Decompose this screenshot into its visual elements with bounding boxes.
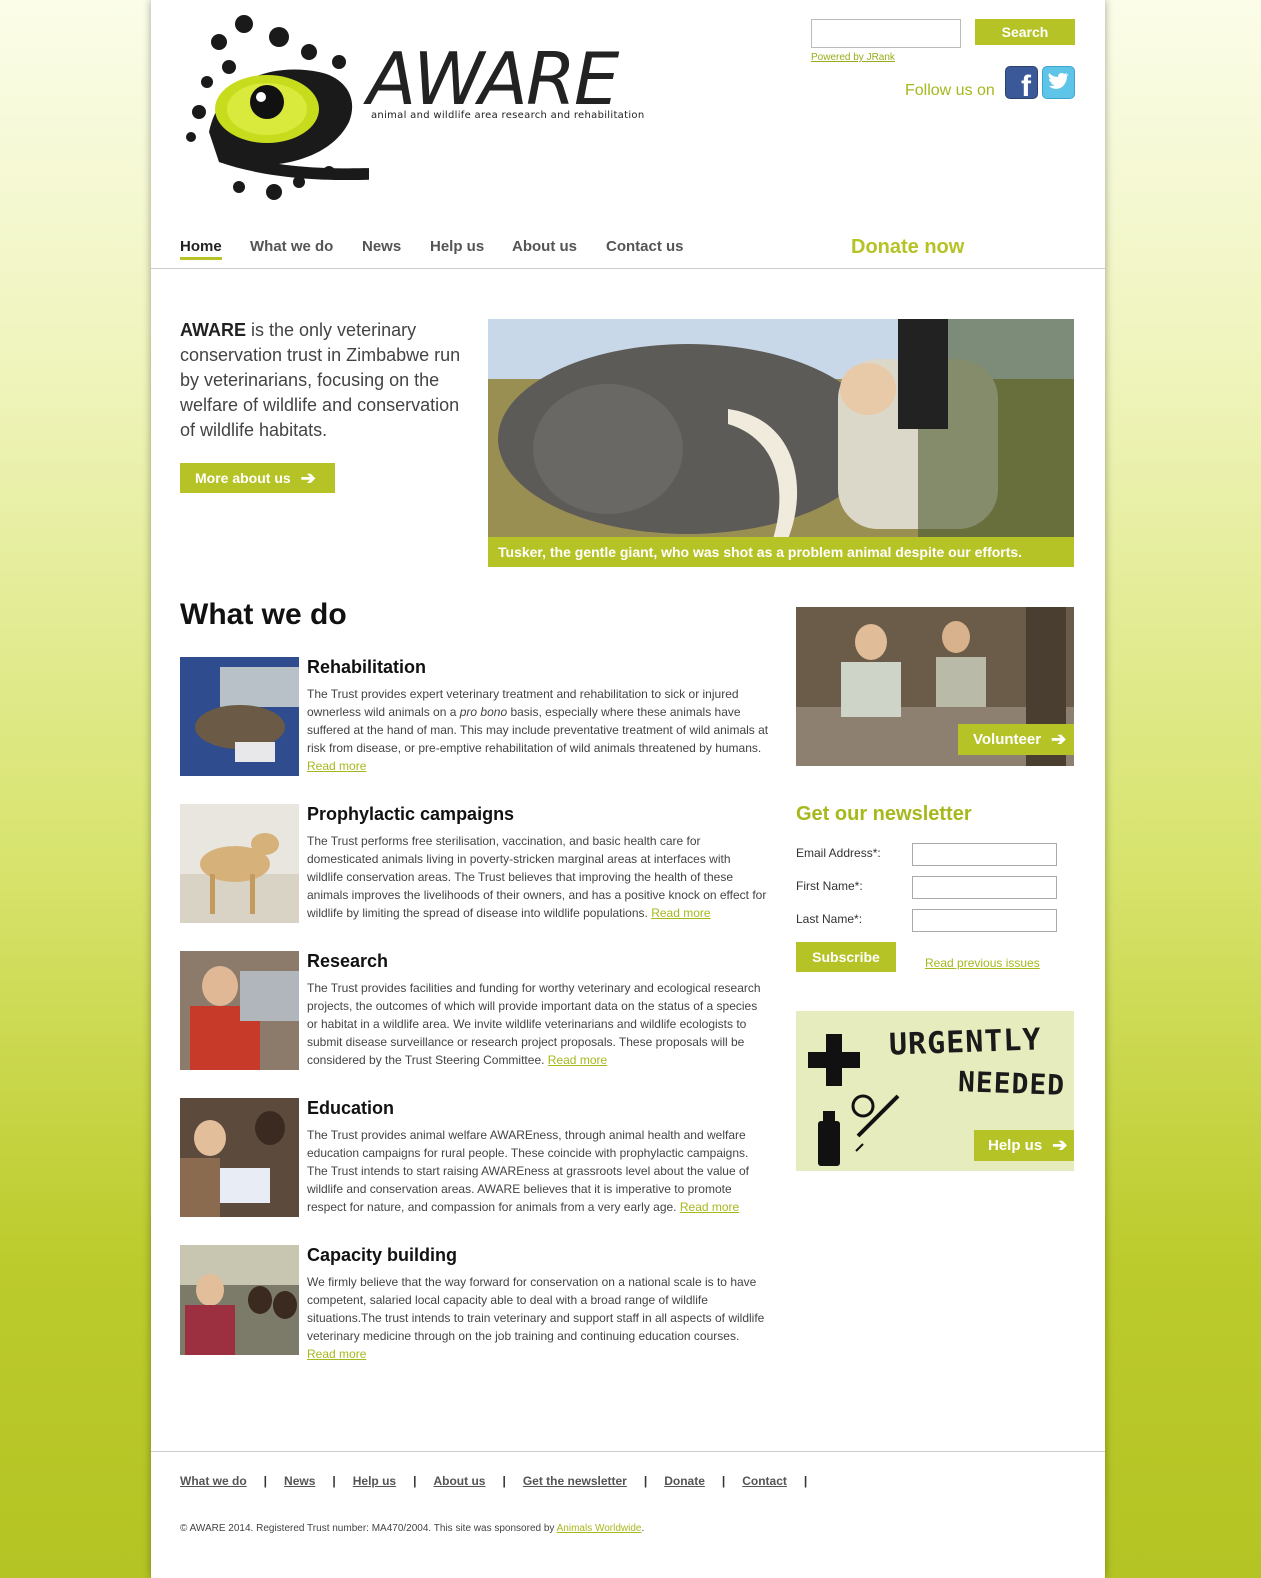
research-title: Research: [307, 951, 389, 971]
education-text: The Trust provides animal welfare AWAREn…: [307, 1128, 749, 1214]
newsletter-heading: Get our newsletter: [796, 803, 972, 825]
last-name-field[interactable]: [912, 909, 1057, 932]
urgently-needed-promo[interactable]: URGENTLY NEEDED Help us ➔: [796, 1011, 1074, 1171]
prophylactic-title: Prophylactic campaigns: [307, 804, 515, 824]
capacity-text: We firmly believe that the way forward f…: [307, 1275, 765, 1361]
aware-logo[interactable]: AWARE animal and wildlife area research …: [179, 12, 649, 208]
follow-label: Follow us on: [905, 82, 995, 99]
footer-link-donate[interactable]: Donate: [664, 1474, 705, 1488]
rehabilitation-photo: [180, 657, 299, 776]
needed-text: NEEDED: [957, 1065, 1066, 1102]
item-research: Research The Trust provides facilities a…: [180, 951, 770, 1081]
footer-links: What we do | News | Help us | About us | Get the…: [180, 1474, 808, 1488]
footer-link-about-us[interactable]: About us: [433, 1474, 485, 1488]
help-us-label: Help us: [988, 1137, 1043, 1154]
capacity-title: Capacity building: [307, 1245, 458, 1265]
nav-what-we-do[interactable]: What we do: [250, 238, 333, 255]
footer-link-help-us[interactable]: Help us: [353, 1474, 396, 1488]
read-more-link[interactable]: Read more: [548, 1053, 607, 1067]
education-title: Education: [307, 1098, 395, 1118]
nav-home[interactable]: Home: [180, 238, 222, 260]
item-rehabilitation: Rehabilitation The Trust provides expert…: [180, 657, 770, 787]
dog-photo: [180, 804, 299, 923]
prophylactic-text: The Trust performs free sterilisation, v…: [307, 834, 767, 920]
item-prophylactic: Prophylactic campaigns The Trust perform…: [180, 804, 770, 934]
eye-logo-icon: [186, 15, 639, 200]
search-button[interactable]: Search: [975, 19, 1075, 45]
capacity-thumbnail[interactable]: [180, 1245, 299, 1364]
copyright-text: © AWARE 2014. Registered Trust number: M…: [180, 1523, 645, 1534]
read-more-link[interactable]: Read more: [680, 1200, 739, 1214]
footer-link-news[interactable]: News: [284, 1474, 315, 1488]
more-about-us-button[interactable]: More about us ➔: [180, 463, 335, 493]
intro-lead: AWARE: [180, 320, 247, 340]
bird-icon: [1048, 73, 1069, 89]
hero-caption: Tusker, the gentle giant, who was shot a…: [488, 537, 1074, 567]
education-thumbnail[interactable]: [180, 1098, 299, 1217]
read-more-link[interactable]: Read more: [307, 1347, 366, 1361]
footer-link-what-we-do[interactable]: What we do: [180, 1474, 247, 1488]
arrow-right-icon: ➔: [300, 468, 316, 488]
page-container: AWARE animal and wildlife area research …: [151, 0, 1105, 1578]
rehabilitation-thumbnail[interactable]: [180, 657, 299, 776]
subscribe-button[interactable]: Subscribe: [796, 942, 896, 972]
sponsor-link[interactable]: Animals Worldwide: [557, 1523, 642, 1534]
footer-link-contact[interactable]: Contact: [742, 1474, 787, 1488]
email-label: Email Address*:: [796, 846, 881, 860]
nav-divider: [151, 268, 1105, 269]
volunteer-promo[interactable]: Volunteer ➔: [796, 607, 1074, 766]
logo-wordmark: AWARE: [367, 37, 619, 121]
prophylactic-thumbnail[interactable]: [180, 804, 299, 923]
rehabilitation-title: Rehabilitation: [307, 657, 427, 677]
nav-help-us[interactable]: Help us: [430, 238, 484, 255]
what-we-do-heading: What we do: [180, 598, 347, 631]
more-about-us-label: More about us: [195, 470, 291, 486]
elephant-photo: [488, 319, 1074, 567]
research-photo: [180, 951, 299, 1070]
read-more-link[interactable]: Read more: [307, 759, 366, 773]
donate-now-link[interactable]: Donate now: [851, 236, 964, 259]
volunteer-button[interactable]: Volunteer ➔: [958, 724, 1074, 755]
education-photo: [180, 1098, 299, 1217]
capacity-photo: [180, 1245, 299, 1355]
item-capacity: Capacity building We firmly believe that…: [180, 1245, 770, 1375]
arrow-right-icon: ➔: [1052, 1135, 1068, 1155]
first-name-label: First Name*:: [796, 879, 863, 893]
rehabilitation-text: The Trust provides expert veterinary tre…: [307, 687, 769, 773]
item-education: Education The Trust provides animal welf…: [180, 1098, 770, 1228]
first-name-field[interactable]: [912, 876, 1057, 899]
help-us-button[interactable]: Help us ➔: [974, 1130, 1074, 1161]
arrow-right-icon: ➔: [1051, 729, 1067, 749]
last-name-label: Last Name*:: [796, 912, 863, 926]
nav-news[interactable]: News: [362, 238, 401, 255]
twitter-icon[interactable]: [1042, 66, 1075, 99]
search-input[interactable]: [811, 19, 961, 48]
footer-divider: [151, 1451, 1105, 1452]
research-text: The Trust provides facilities and fundin…: [307, 981, 761, 1067]
urgently-text: URGENTLY: [888, 1022, 1043, 1063]
facebook-icon[interactable]: f: [1005, 66, 1038, 103]
logo-tagline: animal and wildlife area research and re…: [371, 110, 645, 121]
volunteer-label: Volunteer: [973, 731, 1042, 748]
intro-text: AWARE is the only veterinary conservatio…: [180, 318, 470, 443]
read-more-link[interactable]: Read more: [651, 906, 710, 920]
footer-link-newsletter[interactable]: Get the newsletter: [523, 1474, 627, 1488]
nav-contact-us[interactable]: Contact us: [606, 238, 684, 255]
hero-image: Tusker, the gentle giant, who was shot a…: [488, 319, 1074, 567]
powered-by-link[interactable]: Powered by JRank: [811, 52, 895, 63]
research-thumbnail[interactable]: [180, 951, 299, 1070]
email-field[interactable]: [912, 843, 1057, 866]
previous-issues-link[interactable]: Read previous issues: [925, 956, 1040, 970]
nav-about-us[interactable]: About us: [512, 238, 577, 255]
